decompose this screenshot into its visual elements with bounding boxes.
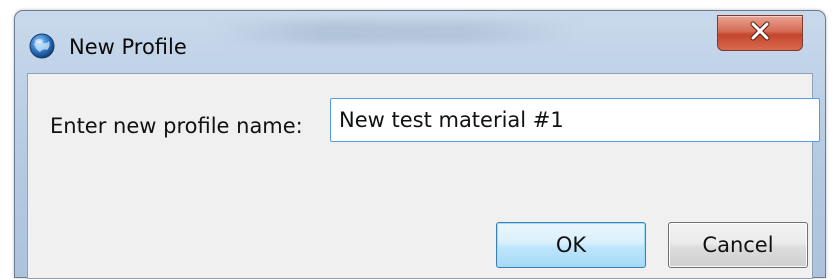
close-icon [749,21,771,45]
ok-button[interactable]: OK [496,222,646,268]
close-button[interactable] [717,15,803,51]
dialog-content: Enter new profile name: OK Cancel [27,73,820,279]
globe-app-icon [29,33,55,59]
dialog-window: New Profile Enter new profile name: OK C… [14,10,826,279]
profile-name-input[interactable] [330,98,820,142]
background-blur [215,21,575,43]
profile-name-label: Enter new profile name: [50,114,303,138]
cancel-button[interactable]: Cancel [668,222,808,268]
title-bar[interactable]: New Profile [15,11,825,69]
window-title: New Profile [69,35,187,59]
